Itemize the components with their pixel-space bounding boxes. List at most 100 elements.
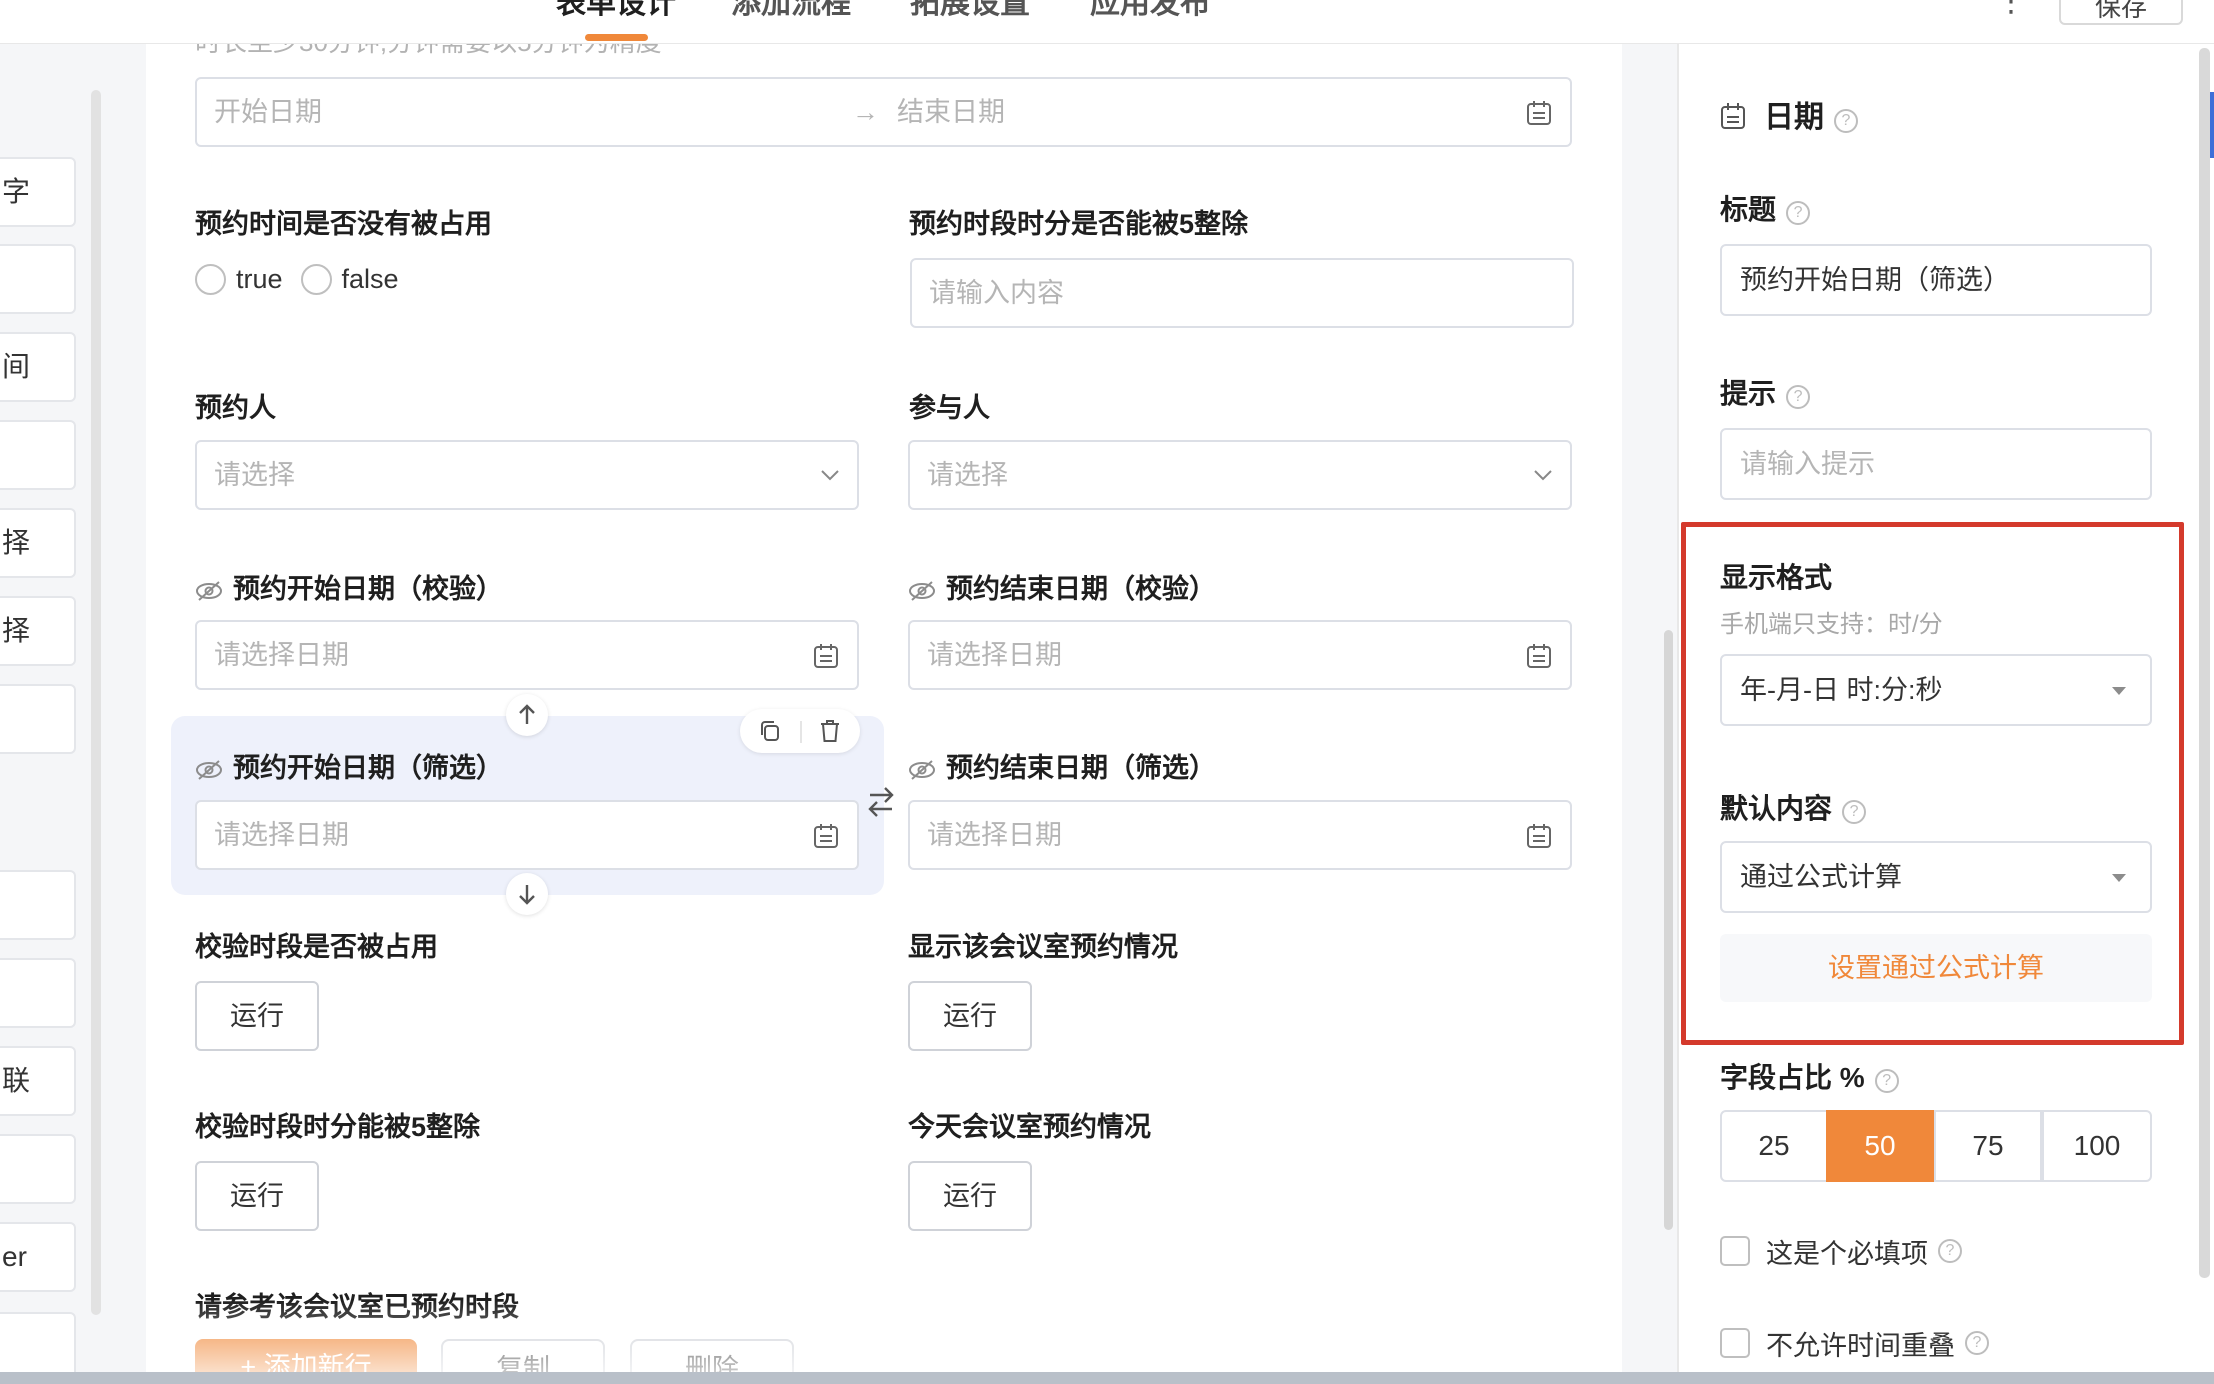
trash-icon[interactable] <box>818 718 842 744</box>
start-filter-date-picker[interactable]: 请选择日期 <box>195 800 859 870</box>
palette-item[interactable] <box>0 958 76 1028</box>
active-tab-indicator <box>585 34 648 41</box>
tab-extend-settings[interactable]: 拓展设置 <box>910 0 1030 22</box>
ratio-option-25[interactable]: 25 <box>1720 1110 1828 1182</box>
room-status-label: 显示该会议室预约情况 <box>908 932 1178 962</box>
palette-item[interactable]: 联 <box>0 1046 76 1116</box>
radio-true-label[interactable]: true <box>236 264 283 295</box>
format-select[interactable]: 年-月-日 时:分:秒 <box>1720 654 2152 726</box>
default-select[interactable]: 通过公式计算 <box>1720 841 2152 913</box>
participant-select[interactable]: 请选择 <box>908 440 1572 510</box>
palette-item[interactable] <box>0 870 76 940</box>
run-room-status-button[interactable]: 运行 <box>908 981 1032 1051</box>
calendar-icon <box>814 644 838 668</box>
palette-item[interactable] <box>0 684 76 754</box>
required-label[interactable]: 这是个必填项 <box>1766 1232 1928 1271</box>
palette-item[interactable]: 择 <box>0 508 76 578</box>
no-overlap-label[interactable]: 不允许时间重叠 <box>1766 1324 1955 1363</box>
booker-label: 预约人 <box>195 393 276 423</box>
help-icon[interactable]: ? <box>1938 1239 1962 1263</box>
end-filter-label-text: 预约结束日期（筛选） <box>946 753 1216 783</box>
top-bar: 表单设计 添加流程 拓展设置 应用发布 ⋮ 保存 <box>0 0 2214 44</box>
panel-scrollbar[interactable] <box>2199 48 2210 1278</box>
radio-false-label[interactable]: false <box>342 264 399 295</box>
palette-scrollbar[interactable] <box>91 90 101 1315</box>
ratio-option-50[interactable]: 50 <box>1826 1110 1934 1182</box>
radio-true[interactable] <box>195 263 226 295</box>
hidden-eye-icon <box>196 581 222 601</box>
palette-item[interactable]: 择 <box>0 596 76 666</box>
palette-item[interactable]: 字 <box>0 157 76 227</box>
divisible-label: 预约时段时分是否能被5整除 <box>909 209 1249 239</box>
chevron-down-icon <box>821 470 839 481</box>
copy-icon[interactable] <box>758 719 782 743</box>
more-menu-icon[interactable]: ⋮ <box>1996 0 2026 19</box>
format-select-value: 年-月-日 时:分:秒 <box>1740 675 1943 705</box>
palette-item[interactable]: 间 <box>0 332 76 402</box>
start-check-date-picker[interactable]: 请选择日期 <box>195 620 859 690</box>
calendar-icon <box>1527 824 1551 848</box>
canvas-scrollbar[interactable] <box>1664 630 1673 1230</box>
move-up-icon[interactable] <box>506 694 548 736</box>
swap-icon[interactable] <box>866 785 896 819</box>
palette-item[interactable] <box>0 1134 76 1204</box>
tab-app-publish[interactable]: 应用发布 <box>1090 0 1210 22</box>
set-formula-button[interactable]: 设置通过公式计算 <box>1720 934 2152 1002</box>
help-icon[interactable]: ? <box>1786 201 1811 225</box>
hidden-eye-icon <box>909 760 935 780</box>
title-label-text: 标题 <box>1720 194 1777 225</box>
divisible-input[interactable]: 请输入内容 <box>910 258 1574 328</box>
start-filter-label: 预约开始日期（筛选） <box>195 746 503 785</box>
hint-input[interactable]: 请输入提示 <box>1720 428 2152 500</box>
help-icon[interactable]: ? <box>1786 385 1811 409</box>
caret-down-icon <box>2112 687 2126 695</box>
occupied-label: 预约时间是否没有被占用 <box>195 209 492 239</box>
help-icon[interactable]: ? <box>1965 1331 1989 1355</box>
end-check-date-picker[interactable]: 请选择日期 <box>908 620 1572 690</box>
run-slot-occupied-button[interactable]: 运行 <box>195 981 319 1051</box>
radio-false[interactable] <box>300 263 332 295</box>
booker-select[interactable]: 请选择 <box>195 440 859 510</box>
tab-form-design[interactable]: 表单设计 <box>556 0 676 22</box>
chevron-down-icon <box>1534 470 1552 481</box>
run-today-status-button[interactable]: 运行 <box>908 1161 1032 1231</box>
palette-item[interactable] <box>0 244 76 314</box>
title-input[interactable]: 预约开始日期（筛选） <box>1720 244 2152 316</box>
required-checkbox[interactable] <box>1720 1236 1750 1266</box>
required-checkbox-row[interactable]: 这是个必填项 ? <box>1720 1232 1962 1271</box>
default-label: 默认内容? <box>1720 787 1867 827</box>
caret-down-icon <box>2112 874 2126 882</box>
range-arrow-icon: → <box>852 97 879 127</box>
today-status-label: 今天会议室预约情况 <box>908 1112 1151 1142</box>
no-overlap-checkbox[interactable] <box>1720 1328 1750 1358</box>
hint-label: 提示? <box>1720 372 1811 412</box>
no-overlap-checkbox-row[interactable]: 不允许时间重叠 ? <box>1720 1324 1989 1363</box>
end-filter-label: 预约结束日期（筛选） <box>908 746 1216 785</box>
end-filter-date-picker[interactable]: 请选择日期 <box>908 800 1572 870</box>
default-select-value: 通过公式计算 <box>1740 862 1902 892</box>
ratio-option-100[interactable]: 100 <box>2042 1110 2152 1182</box>
ratio-label: 字段占比 %? <box>1720 1056 1899 1096</box>
tab-add-process[interactable]: 添加流程 <box>731 0 851 22</box>
help-icon[interactable]: ? <box>1834 109 1858 133</box>
help-icon[interactable]: ? <box>1874 1069 1899 1093</box>
start-date-placeholder: 开始日期 <box>214 97 322 127</box>
ratio-option-75[interactable]: 75 <box>1934 1110 2042 1182</box>
start-filter-placeholder: 请选择日期 <box>214 820 349 850</box>
end-check-label-text: 预约结束日期（校验） <box>946 574 1216 604</box>
start-check-placeholder: 请选择日期 <box>214 640 349 670</box>
slot-occupied-label: 校验时段是否被占用 <box>195 932 438 962</box>
palette-item[interactable] <box>0 420 76 490</box>
participant-label: 参与人 <box>909 393 990 423</box>
save-button[interactable]: 保存 <box>2059 0 2183 25</box>
palette-item[interactable]: er <box>0 1222 76 1292</box>
run-slot-divisible-button[interactable]: 运行 <box>195 1161 319 1231</box>
ratio-label-text: 字段占比 % <box>1720 1062 1865 1093</box>
end-date-placeholder: 结束日期 <box>897 97 1005 127</box>
move-down-icon[interactable] <box>506 873 548 915</box>
help-icon[interactable]: ? <box>1842 800 1867 824</box>
calendar-icon <box>1527 644 1551 668</box>
booked-slots-label: 请参考该会议室已预约时段 <box>195 1292 519 1322</box>
date-range-picker[interactable]: 开始日期 → 结束日期 <box>195 77 1572 147</box>
start-filter-label-text: 预约开始日期（筛选） <box>233 753 503 783</box>
